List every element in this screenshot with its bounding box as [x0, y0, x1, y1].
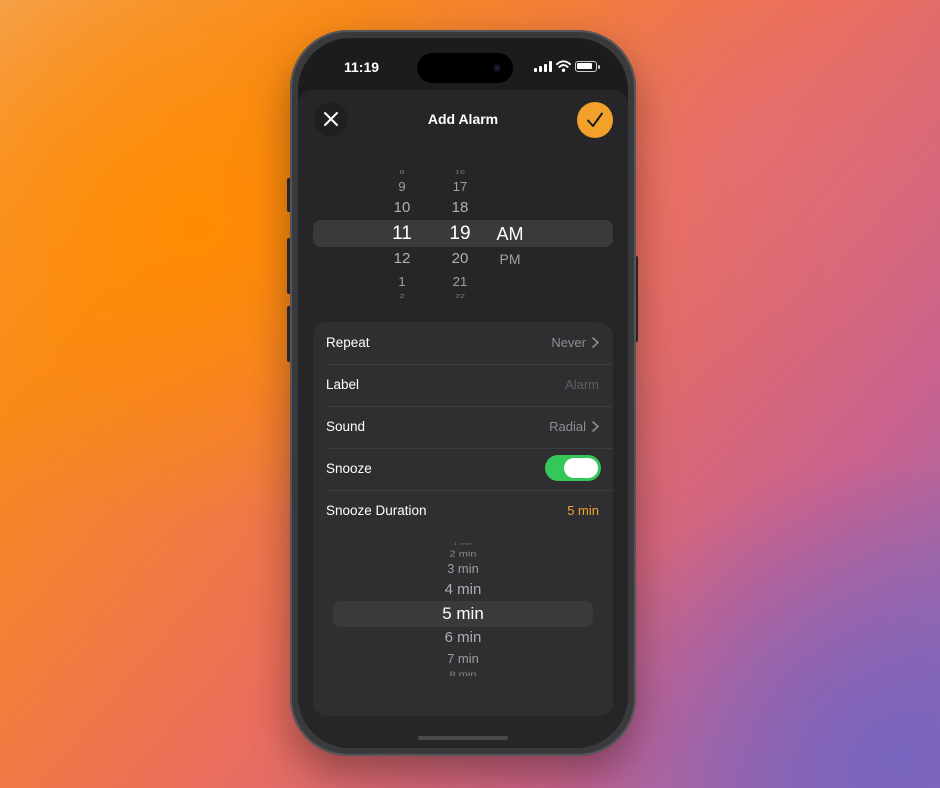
sound-value-text: Radial	[549, 419, 586, 434]
add-alarm-sheet: Add Alarm 8 9 10 11 12 1 2 16 17 18 19 2…	[298, 90, 628, 748]
snooze-row: Snooze	[313, 448, 613, 490]
signal-icon	[534, 61, 552, 72]
duration-option[interactable]: 4 min	[313, 581, 613, 599]
snooze-duration-value: 5 min	[567, 503, 599, 518]
hour-option[interactable]: 10	[382, 199, 422, 217]
hour-option[interactable]: 12	[382, 250, 422, 268]
repeat-value-text: Never	[551, 335, 586, 350]
minute-option[interactable]: 22	[440, 293, 480, 299]
hour-option[interactable]: 9	[382, 179, 422, 194]
period-option[interactable]: PM	[490, 251, 530, 268]
toggle-knob	[564, 458, 598, 478]
duration-option[interactable]: 8 min	[313, 670, 613, 677]
sound-row[interactable]: Sound Radial	[313, 406, 613, 448]
repeat-row[interactable]: Repeat Never	[313, 322, 613, 364]
snooze-label: Snooze	[326, 461, 372, 476]
phone-screen: 11:19 Add Alarm 8 9 10 11 12 1 2 16 17 1…	[298, 38, 628, 748]
label-input[interactable]: Alarm	[565, 377, 599, 392]
status-bar: 11:19	[298, 38, 628, 94]
repeat-label: Repeat	[326, 335, 370, 350]
label-label: Label	[326, 377, 360, 392]
label-row[interactable]: Label Alarm	[313, 364, 613, 406]
duration-option-selected[interactable]: 5 min	[313, 604, 613, 624]
hour-option[interactable]: 1	[382, 274, 422, 289]
status-time: 11:19	[344, 59, 380, 75]
chevron-right-icon	[592, 421, 599, 432]
period-option-selected[interactable]: AM	[490, 224, 530, 244]
repeat-value: Never	[551, 335, 599, 350]
confirm-button[interactable]	[577, 102, 613, 138]
checkmark-icon	[587, 112, 603, 127]
duration-option[interactable]: 3 min	[313, 561, 613, 577]
snooze-duration-label: Snooze Duration	[326, 503, 427, 518]
snooze-toggle[interactable]	[545, 455, 601, 481]
duration-option[interactable]: 1 min	[313, 542, 613, 545]
snooze-duration-row[interactable]: Snooze Duration 5 min	[313, 490, 613, 532]
dynamic-island	[417, 53, 513, 83]
minute-option[interactable]: 17	[440, 179, 480, 194]
camera-icon	[493, 64, 501, 72]
minute-option[interactable]: 18	[440, 199, 480, 217]
wifi-icon	[556, 60, 571, 72]
alarm-settings-card: Repeat Never Label Alarm Sound Radial Sn…	[313, 322, 613, 716]
minute-option[interactable]: 20	[440, 250, 480, 268]
sound-label: Sound	[326, 419, 366, 434]
chevron-right-icon	[592, 337, 599, 348]
sound-value: Radial	[549, 419, 599, 434]
duration-option[interactable]: 2 min	[313, 550, 613, 559]
battery-icon	[575, 61, 600, 72]
home-indicator	[418, 736, 508, 740]
hour-option-selected[interactable]: 11	[382, 223, 422, 244]
hour-option[interactable]: 8	[382, 169, 422, 175]
duration-option[interactable]: 6 min	[313, 629, 613, 647]
minute-option[interactable]: 21	[440, 274, 480, 289]
hour-option[interactable]: 2	[382, 293, 422, 299]
minute-option[interactable]: 16	[440, 169, 480, 175]
minute-option-selected[interactable]: 19	[440, 223, 480, 244]
duration-option[interactable]: 7 min	[313, 651, 613, 667]
